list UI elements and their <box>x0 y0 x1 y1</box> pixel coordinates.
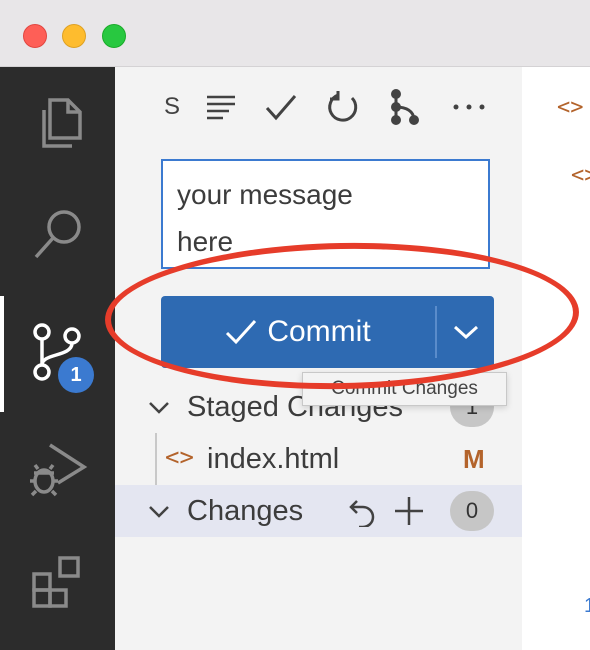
changes-header[interactable]: Changes 0 <box>115 485 522 537</box>
check-icon <box>265 95 297 121</box>
editor-line-number: 1 <box>584 595 590 617</box>
run-debug-icon <box>29 443 87 497</box>
editor-tag-glyph-2: <> <box>571 163 590 188</box>
toolbar-more-button[interactable] <box>449 87 489 127</box>
more-icon <box>453 104 485 110</box>
editor-tag-glyph-1: <> <box>557 95 584 120</box>
chevron-down-icon <box>149 506 169 518</box>
toolbar-list-button[interactable] <box>201 87 241 127</box>
minimize-window-button[interactable] <box>62 24 86 48</box>
files-icon <box>41 98 82 148</box>
activity-bar: 1 <box>0 67 115 650</box>
title-bar <box>0 0 590 67</box>
toolbar-commit-check-button[interactable] <box>261 87 301 127</box>
staged-file-name: index.html <box>207 442 340 475</box>
changes-count-badge: 0 <box>450 491 494 531</box>
list-icon <box>207 95 235 120</box>
commit-message-line1: your message <box>177 179 353 210</box>
staged-file-row[interactable]: <> index.html M <box>115 433 522 485</box>
search-icon <box>34 210 81 259</box>
stage-all-plus-icon[interactable] <box>393 495 425 527</box>
branch-graph-icon <box>391 89 419 125</box>
tree-indent-guide <box>155 433 157 485</box>
close-window-button[interactable] <box>23 24 47 48</box>
refresh-icon <box>328 91 358 122</box>
changes-label: Changes <box>187 494 304 527</box>
discard-icon[interactable] <box>349 497 377 527</box>
source-control-badge: 1 <box>58 357 94 393</box>
activity-search[interactable] <box>0 190 115 280</box>
activity-explorer[interactable] <box>0 77 115 167</box>
chevron-down-icon <box>149 402 169 414</box>
activity-source-control[interactable] <box>0 307 115 397</box>
file-status-modified: M <box>463 443 485 474</box>
extensions-icon <box>31 556 80 608</box>
toolbar-refresh-button[interactable] <box>323 87 363 127</box>
code-file-icon: <> <box>165 443 194 471</box>
maximize-window-button[interactable] <box>102 24 126 48</box>
editor-area: <> <> 1 <box>522 67 590 650</box>
toolbar-s-button[interactable]: S <box>161 87 183 127</box>
toolbar-graph-button[interactable] <box>385 87 425 127</box>
activity-extensions[interactable] <box>0 537 115 627</box>
activity-run-debug[interactable] <box>0 422 115 512</box>
